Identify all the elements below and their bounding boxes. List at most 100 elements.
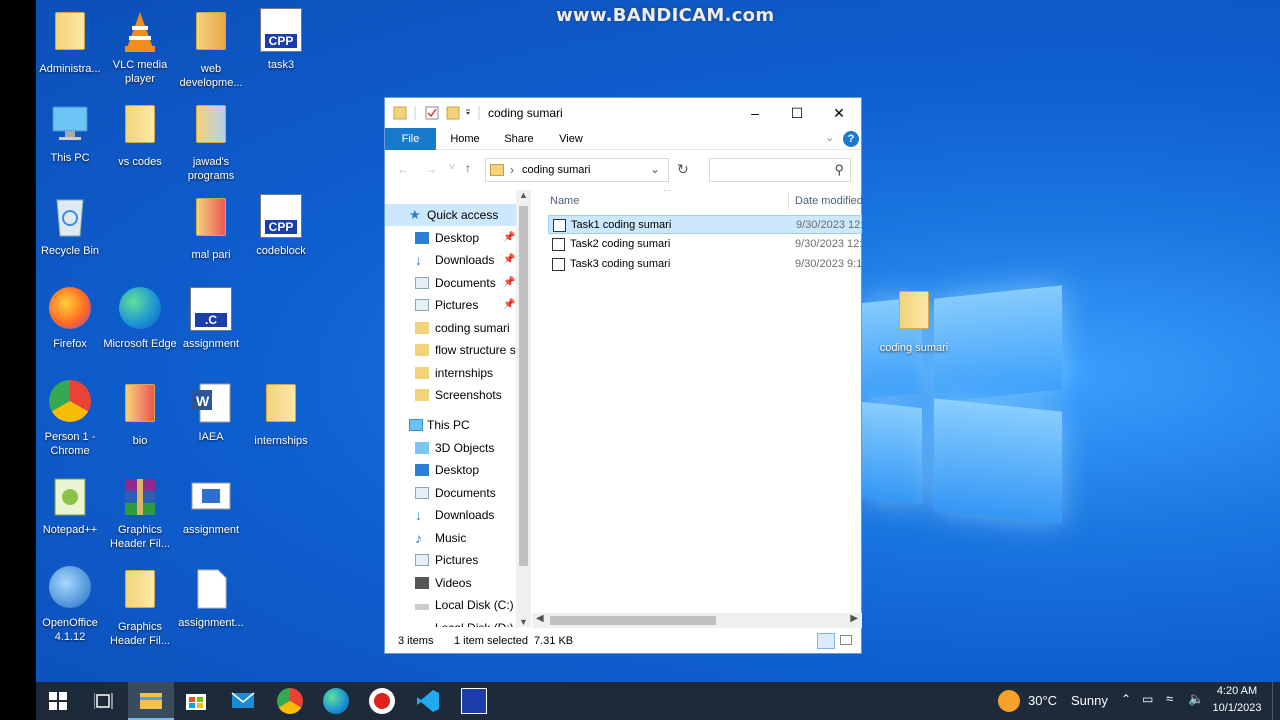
tab-share[interactable]: Share [497,128,541,150]
search-input[interactable]: ⚲ [709,158,851,182]
back-arrow-icon[interactable]: ← [397,162,409,176]
desktop-icon-vlc[interactable]: VLC media player [99,8,181,86]
help-icon[interactable]: ? [843,131,859,147]
nav-pc-documents[interactable]: Documents [385,482,531,504]
weather-temp[interactable]: 30°C [1028,693,1057,708]
tab-view[interactable]: View [551,128,591,150]
scroll-down-icon[interactable]: ▼ [519,617,528,627]
folder-icon [490,164,504,176]
nav-quick-flow-structure[interactable]: flow structure sc [385,339,531,361]
title-bar[interactable]: coding sumari – ☐ ✕ [385,98,861,128]
file-list[interactable]: ˄ Name Date modified Task1 coding sumari… [532,190,862,627]
desktop-icon-jawads-programs[interactable]: jawad's programs [170,101,252,183]
details-view-icon[interactable] [817,633,835,649]
desktop-icon-recycle-bin[interactable]: Recycle Bin [36,194,111,258]
expand-ribbon-chevron-icon[interactable]: ⌄ [825,131,834,144]
up-arrow-icon[interactable]: ↑ [465,161,471,175]
mail-icon[interactable] [231,688,257,714]
nav-quick-screenshots[interactable]: Screenshots [385,384,531,406]
dev-cpp-icon[interactable] [461,688,487,714]
wifi-icon[interactable]: ≈ [1166,691,1173,706]
pin-icon: 📌 [503,299,516,310]
weather-text[interactable]: Sunny [1071,693,1108,708]
tab-home[interactable]: Home [443,128,487,150]
address-bar[interactable]: › coding sumari ⌄ [485,158,669,182]
nav-quick-internships[interactable]: internships [385,362,531,384]
refresh-icon[interactable]: ↻ [677,161,689,178]
clock-time[interactable]: 4:20 AM [1216,685,1258,697]
column-header-name[interactable]: Name [550,190,579,212]
nav-scroll-thumb[interactable] [519,206,528,566]
file-row[interactable]: Task3 coding sumari 9/30/2023 9:1 [548,255,862,274]
nav-quick-pictures[interactable]: Pictures 📌 [385,294,531,316]
maximize-button[interactable]: ☐ [777,102,817,124]
scroll-right-icon[interactable]: ▶ [850,613,858,624]
nav-quick-access[interactable]: ★ Quick access [385,204,516,226]
file-row[interactable]: Task2 coding sumari 9/30/2023 12: [548,235,862,254]
status-bar: 3 items 1 item selected 7.31 KB [385,629,861,653]
nav-pc-local-disk-d[interactable]: Local Disk (D:) [385,617,531,627]
desktop-icon-assignment-image[interactable]: assignment [170,473,252,537]
column-header-date[interactable]: Date modified [795,190,862,212]
bandicam-record-icon[interactable] [369,688,395,714]
clock-date[interactable]: 10/1/2023 [1211,702,1263,714]
edge-taskbar-icon[interactable] [323,688,349,714]
desktop-icon-coding-sumari[interactable]: coding sumari [873,287,955,355]
forward-arrow-icon[interactable]: → [425,162,437,176]
nav-scrollbar[interactable]: ▲ ▼ [516,190,531,627]
battery-icon[interactable]: ▭ [1142,692,1153,706]
nav-this-pc[interactable]: This PC [385,414,531,436]
file-explorer-window[interactable]: coding sumari – ☐ ✕ File Home Share View… [384,97,862,654]
address-dropdown-icon[interactable]: ⌄ [650,162,660,176]
scroll-left-icon[interactable]: ◀ [536,613,544,624]
weather-sun-icon[interactable] [998,690,1020,712]
recent-locations-chevron-icon[interactable]: ˅ [449,162,455,173]
cpp-file-icon: CPP [258,194,304,240]
desktop-icon-assignment-c[interactable]: .C assignment [170,287,252,351]
nav-quick-downloads[interactable]: ↓ Downloads 📌 [385,249,531,271]
content-scroll-thumb[interactable] [550,616,716,625]
download-arrow-icon: ↓ [415,507,422,523]
desktop-icon-codeblock[interactable]: CPP codeblock [240,194,322,258]
nav-pc-local-disk-c[interactable]: Local Disk (C:) [385,594,531,616]
volume-icon[interactable]: 🔈 [1188,691,1204,707]
microsoft-store-icon[interactable] [184,688,210,714]
navigation-pane[interactable]: ★ Quick access Desktop 📌 ↓ Downloads 📌 D… [385,190,531,627]
nav-pc-pictures[interactable]: Pictures [385,549,531,571]
folder-icon [891,291,937,337]
content-horizontal-scrollbar[interactable]: ◀ ▶ [532,613,862,628]
show-hidden-icons-chevron-icon[interactable]: ⌃ [1121,692,1131,706]
desktop-icon-internships[interactable]: internships [240,380,322,448]
desktop-icon-vs-codes[interactable]: vs codes [99,101,181,169]
nav-quick-documents[interactable]: Documents 📌 [385,272,531,294]
desktop-icon-task3[interactable]: CPP task3 [240,8,322,72]
windows-start-icon[interactable] [49,692,75,718]
chrome-taskbar-icon[interactable] [277,688,303,714]
desktop-icon-graphics-header-rar[interactable]: Graphics Header Fil... [99,473,181,551]
videos-icon [415,577,429,589]
desktop-icon-edge[interactable]: Microsoft Edge [99,287,181,351]
breadcrumb-separator-icon: › [510,163,514,177]
tab-file[interactable]: File [385,128,436,150]
nav-quick-coding-sumari[interactable]: coding sumari [385,317,531,339]
desktop-icon-graphics-header-folder[interactable]: Graphics Header Fil... [99,566,181,648]
show-desktop-button[interactable] [1272,682,1276,720]
nav-pc-downloads[interactable]: ↓ Downloads [385,504,531,526]
nav-pc-3d-objects[interactable]: 3D Objects [385,437,531,459]
vscode-icon[interactable] [415,688,441,714]
large-icons-view-icon[interactable] [840,635,852,645]
desktop-icon-bio[interactable]: bio [99,380,181,448]
quick-access-toolbar-icons[interactable] [393,104,483,122]
file-row[interactable]: Task1 coding sumari 9/30/2023 12: [548,215,862,234]
task-view-icon[interactable] [94,692,120,718]
minimize-button[interactable]: – [735,102,775,124]
close-button[interactable]: ✕ [819,102,859,124]
taskbar-file-explorer[interactable] [128,682,174,720]
scroll-up-icon[interactable]: ▲ [519,190,528,200]
desktop-icon-assignment-file[interactable]: assignment... [170,566,252,630]
column-divider[interactable] [788,192,789,210]
nav-pc-desktop[interactable]: Desktop [385,459,531,481]
nav-pc-music[interactable]: ♪ Music [385,527,531,549]
nav-quick-desktop[interactable]: Desktop 📌 [385,227,531,249]
nav-pc-videos[interactable]: Videos [385,572,531,594]
